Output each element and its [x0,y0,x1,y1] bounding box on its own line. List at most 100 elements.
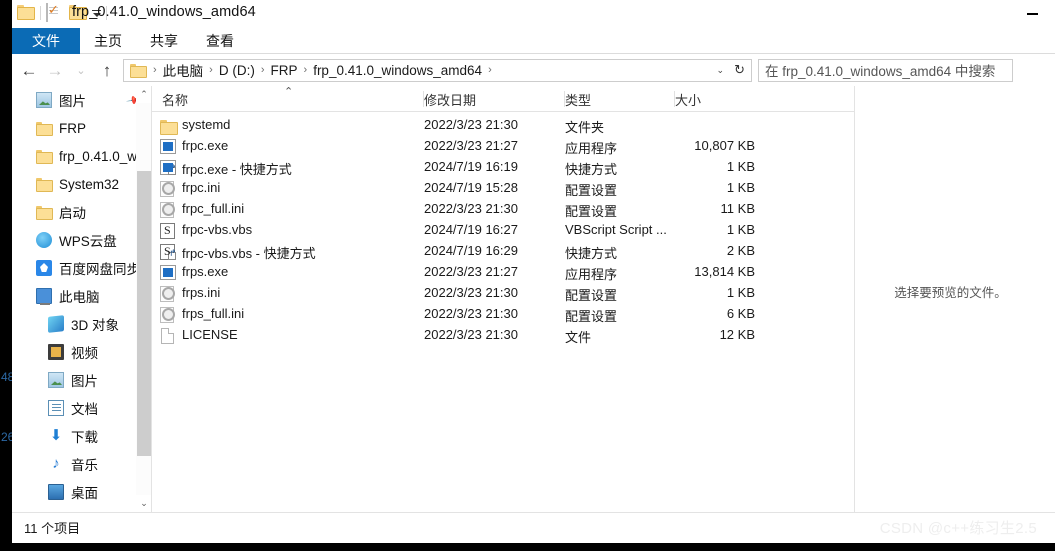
chevron-down-icon: ⌄ [76,64,86,77]
folder-icon [36,120,53,136]
up-arrow-icon: ↑ [102,60,112,80]
tab-home[interactable]: 主页 [80,28,136,54]
file-name: frps.exe [182,264,229,279]
explorer-body: 图片 📌 FRP frp_0.41.0_wind System32 启动 WPS… [12,86,1055,512]
file-size: 11 KB [720,201,755,216]
recent-locations-button[interactable]: ⌄ [68,57,94,83]
config-settings-icon [160,181,175,197]
table-row[interactable]: LICENSE 2022/3/23 21:30 文件 12 KB [152,326,855,347]
column-label: 修改日期 [424,92,477,108]
sidebar-item-baidu-netdisk[interactable]: 百度网盘同步空间 [12,254,152,282]
file-date: 2024/7/19 16:29 [424,243,518,258]
config-settings-icon [160,307,175,323]
address-input[interactable]: › 此电脑 › D (D:) › FRP › frp_0.41.0_window… [123,58,752,82]
scrollbar-track[interactable] [136,103,152,495]
address-dropdown-icon[interactable]: ⌄ [711,60,729,81]
file-size: 1 KB [726,285,755,300]
file-size: 13,814 KB [694,264,755,279]
sidebar-item-startup[interactable]: 启动 [12,198,152,226]
file-name: frpc-vbs.vbs [182,222,253,237]
sidebar-item-label: 3D 对象 [71,318,120,333]
table-row[interactable]: frpc-vbs.vbs 2024/7/19 16:27 VBScript Sc… [152,221,855,242]
breadcrumb-drive-d[interactable]: D (D:) [217,63,257,78]
sidebar-item-system32[interactable]: System32 [12,170,152,198]
sidebar-item-label: 桌面 [71,486,98,501]
file-date: 2022/3/23 21:27 [424,264,518,279]
properties-icon[interactable] [46,3,64,22]
sidebar-scrollbar[interactable]: ⌃ ⌄ [136,86,152,512]
file-date: 2022/3/23 21:30 [424,117,518,132]
up-button[interactable]: ↑ [94,57,120,83]
sidebar-item-downloads[interactable]: ⬇ 下载 [12,422,152,450]
sidebar-item-label: 音乐 [71,458,98,473]
sidebar-item-label: 下载 [71,430,98,445]
config-settings-icon [160,202,175,218]
window-controls [1009,0,1055,28]
scroll-down-button[interactable]: ⌄ [136,495,152,512]
sidebar-item-frp-windows-amd64[interactable]: frp_0.41.0_wind [12,142,152,170]
sidebar-item-pictures[interactable]: 图片 [12,366,152,394]
file-date: 2022/3/23 21:30 [424,306,518,321]
table-row[interactable]: frpc-vbs.vbs - 快捷方式 2024/7/19 16:29 快捷方式… [152,242,855,263]
sidebar-item-label: WPS云盘 [59,234,117,249]
sidebar-item-documents[interactable]: 文档 [12,394,152,422]
column-header-type[interactable]: 类型 [565,86,675,112]
sidebar-item-pictures-quick[interactable]: 图片 📌 [12,86,152,114]
table-row[interactable]: frpc.ini 2024/7/19 15:28 配置设置 1 KB [152,179,855,200]
breadcrumb-separator: › [209,64,213,76]
sidebar-item-wps-cloud[interactable]: WPS云盘 [12,226,152,254]
table-row[interactable]: frps_full.ini 2022/3/23 21:30 配置设置 6 KB [152,305,855,326]
breadcrumb-this-pc[interactable]: 此电脑 [161,60,206,80]
desktop-icon [48,484,64,500]
search-input[interactable]: 在 frp_0.41.0_windows_amd64 中搜索 [758,58,1013,82]
minimize-button[interactable] [1009,0,1055,28]
column-header-size[interactable]: 大小 [675,86,755,112]
folder-icon [36,176,53,192]
file-size: 1 KB [726,180,755,195]
column-header-name[interactable]: ⌃ 名称 [162,86,424,112]
title-bar: frp_0.41.0_windows_amd64 [12,0,1055,28]
back-arrow-icon: ← [20,60,38,80]
file-date: 2022/3/23 21:30 [424,327,518,342]
forward-button[interactable]: → [42,57,68,83]
tab-file[interactable]: 文件 [12,28,80,54]
sidebar-item-this-pc[interactable]: 此电脑 [12,282,152,310]
sidebar-item-3d-objects[interactable]: 3D 对象 [12,310,152,338]
sidebar-item-desktop[interactable]: 桌面 [12,478,152,506]
scrollbar-thumb[interactable] [137,171,151,456]
this-pc-icon [36,288,52,305]
table-row[interactable]: frpc_full.ini 2022/3/23 21:30 配置设置 11 KB [152,200,855,221]
table-row[interactable]: frpc.exe - 快捷方式 2024/7/19 16:19 快捷方式 1 K… [152,158,855,179]
baidu-netdisk-icon [36,260,52,276]
scroll-up-button[interactable]: ⌃ [136,86,152,103]
folder-icon[interactable] [17,4,35,22]
music-icon: ♪ [52,455,60,472]
table-row[interactable]: frpc.exe 2022/3/23 21:27 应用程序 10,807 KB [152,137,855,158]
file-name: frpc_full.ini [182,201,245,216]
documents-icon [48,400,64,416]
shortcut-vbscript-icon [160,244,177,260]
breadcrumb-current-folder[interactable]: frp_0.41.0_windows_amd64 [311,63,484,78]
screen: 48 26 frp_0.41.0_windows_amd64 文件 [0,0,1055,551]
tab-view[interactable]: 查看 [192,28,248,54]
file-name: LICENSE [182,327,238,342]
refresh-icon[interactable]: ↻ [730,60,749,81]
pictures-icon [36,92,52,108]
sidebar-item-music[interactable]: ♪ 音乐 [12,450,152,478]
vbscript-icon [160,223,175,239]
file-date: 2022/3/23 21:30 [424,201,518,216]
file-type: 文件夹 [565,120,605,135]
breadcrumb-frp[interactable]: FRP [269,63,300,78]
table-row[interactable]: frps.exe 2022/3/23 21:27 应用程序 13,814 KB [152,263,855,284]
back-button[interactable]: ← [16,57,42,83]
table-row[interactable]: frps.ini 2022/3/23 21:30 配置设置 1 KB [152,284,855,305]
column-label: 名称 [162,92,189,108]
sidebar-item-videos[interactable]: 视频 [12,338,152,366]
sidebar-item-frp[interactable]: FRP [12,114,152,142]
file-explorer-window: frp_0.41.0_windows_amd64 文件 主页 共享 查看 ← →… [12,0,1055,543]
desktop-background-bottom [0,543,1055,551]
column-header-date-modified[interactable]: 修改日期 [424,86,565,112]
navigation-pane: 图片 📌 FRP frp_0.41.0_wind System32 启动 WPS… [12,86,152,512]
table-row[interactable]: systemd 2022/3/23 21:30 文件夹 [152,116,855,137]
tab-share[interactable]: 共享 [136,28,192,54]
